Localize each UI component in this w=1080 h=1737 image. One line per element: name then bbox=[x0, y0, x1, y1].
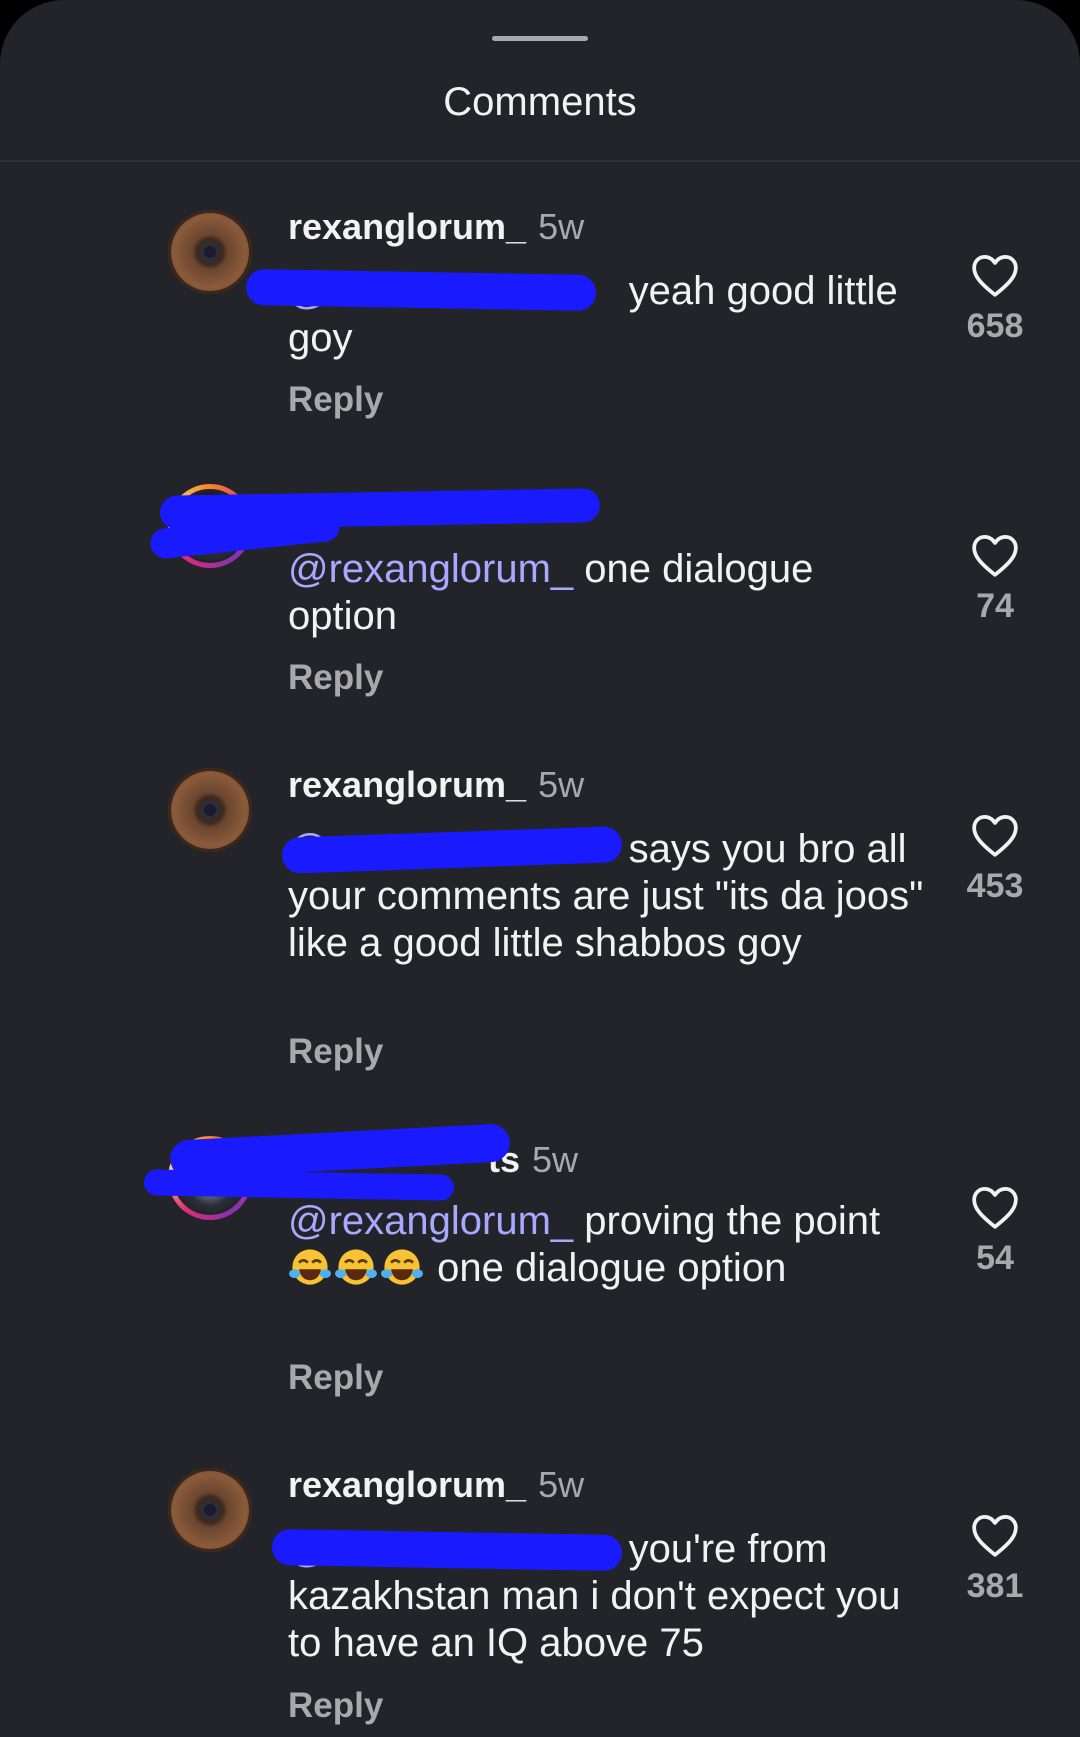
like-button[interactable]: 74 bbox=[955, 532, 1035, 626]
like-count: 453 bbox=[966, 867, 1024, 905]
comment-mention[interactable]: @rexanglorum_ bbox=[288, 1199, 573, 1243]
comment-text: @rexanglorum_ proving the point one dial… bbox=[288, 1198, 928, 1292]
avatar[interactable] bbox=[168, 210, 252, 294]
heart-icon bbox=[972, 535, 1018, 577]
like-count: 658 bbox=[966, 307, 1024, 345]
comment-mention[interactable]: @rexanglorum_ bbox=[288, 547, 573, 591]
reply-button[interactable]: Reply bbox=[288, 378, 383, 422]
like-count: 54 bbox=[976, 1239, 1014, 1277]
comment-body: proving the point bbox=[573, 1199, 881, 1243]
comment-meta: rexanglorum_ 5w bbox=[288, 205, 584, 249]
comment-username[interactable]: rexanglorum_ bbox=[288, 1464, 526, 1505]
redaction-mark bbox=[271, 1528, 623, 1572]
heart-icon bbox=[972, 1187, 1018, 1229]
reply-button[interactable]: Reply bbox=[288, 1030, 383, 1074]
heart-icon bbox=[972, 1515, 1018, 1557]
comment-time: 5w bbox=[538, 206, 585, 247]
redaction-mark bbox=[143, 1169, 455, 1201]
comment-time: 5w bbox=[532, 1139, 579, 1180]
comment-body-continued: one dialogue option bbox=[426, 1246, 787, 1290]
sheet-title: Comments bbox=[443, 80, 637, 124]
comment-username[interactable]: rexanglorum_ bbox=[288, 206, 526, 247]
comment-username[interactable]: rexanglorum_ bbox=[288, 764, 526, 805]
reply-button[interactable]: Reply bbox=[288, 1684, 383, 1728]
like-count: 74 bbox=[976, 587, 1014, 625]
heart-icon bbox=[972, 255, 1018, 297]
comment-time: 5w bbox=[538, 1464, 585, 1505]
redaction-mark bbox=[245, 268, 597, 312]
comment-text: @rexanglorum_ one dialogue option bbox=[288, 546, 928, 640]
avatar[interactable] bbox=[168, 768, 252, 852]
drag-handle[interactable] bbox=[492, 36, 588, 41]
header-divider bbox=[0, 160, 1080, 162]
like-button[interactable]: 54 bbox=[955, 1184, 1035, 1278]
like-button[interactable]: 381 bbox=[955, 1512, 1035, 1606]
like-count: 381 bbox=[966, 1567, 1024, 1605]
comment-meta: rexanglorum_ 5w bbox=[288, 763, 584, 807]
heart-icon bbox=[972, 815, 1018, 857]
reply-button[interactable]: Reply bbox=[288, 1356, 383, 1400]
reply-button[interactable]: Reply bbox=[288, 656, 383, 700]
like-button[interactable]: 453 bbox=[955, 812, 1035, 906]
like-button[interactable]: 658 bbox=[955, 252, 1035, 346]
comments-sheet: Comments rexanglorum_5w @yeah good littl… bbox=[0, 0, 1080, 1737]
laughing-emoji-icon bbox=[381, 1249, 423, 1285]
laughing-emoji-icon bbox=[289, 1249, 331, 1285]
comment-time: 5w bbox=[538, 764, 585, 805]
avatar[interactable] bbox=[168, 1468, 252, 1552]
laughing-emoji-icon bbox=[335, 1249, 377, 1285]
comment-meta: rexanglorum_ 5w bbox=[288, 1463, 584, 1507]
